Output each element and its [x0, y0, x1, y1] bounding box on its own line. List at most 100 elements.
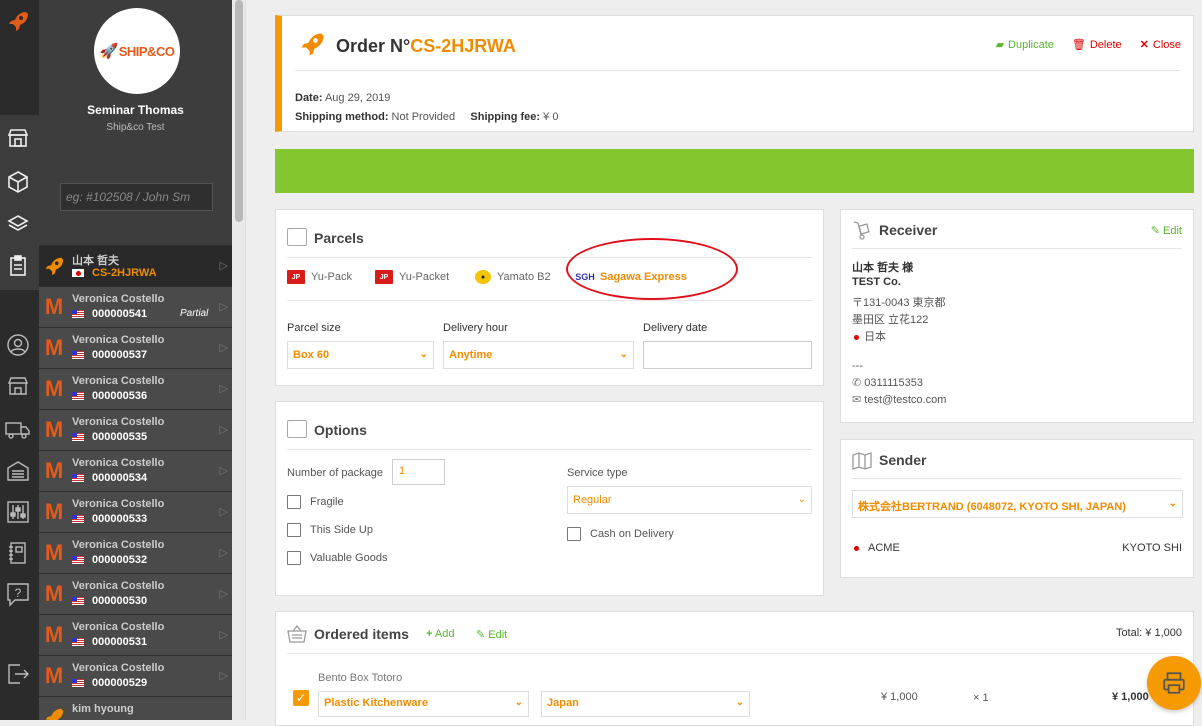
service-type-label: Service type	[567, 467, 628, 479]
item-category-select[interactable]: Plastic Kitchenware ⌄	[318, 691, 529, 717]
magento-icon: M	[44, 335, 64, 360]
clipboard-icon[interactable]	[3, 251, 33, 281]
sender-title: Sender	[879, 452, 927, 468]
logout-icon[interactable]	[3, 659, 33, 689]
package-count-input[interactable]: 1	[392, 459, 445, 485]
japan-flag-icon	[852, 333, 861, 341]
order-customer: Veronica Costello	[72, 662, 165, 674]
order-customer: Veronica Costello	[72, 621, 165, 633]
add-item-button[interactable]: + Add	[426, 628, 454, 640]
cash-on-delivery-checkbox[interactable]: Cash on Delivery	[567, 527, 674, 541]
parcel-size-label: Parcel size	[287, 322, 341, 334]
magento-icon: M	[44, 458, 64, 483]
this-side-up-checkbox[interactable]: This Side Up	[287, 523, 373, 537]
order-code: CS-2HJRWA	[410, 36, 516, 56]
ordered-items-card: Ordered items + Add ✎ Edit Total: ¥ 1,00…	[275, 611, 1194, 726]
delivery-date-input[interactable]	[643, 341, 812, 369]
box-outline-icon	[287, 420, 307, 438]
avatar[interactable]: 🚀 SHIP&CO	[94, 8, 180, 94]
chevron-right-icon: ▷	[219, 588, 228, 600]
rocket-icon[interactable]	[3, 6, 33, 36]
shop-icon[interactable]	[3, 123, 33, 153]
us-flag-icon	[72, 433, 84, 441]
order-number: 000000531	[92, 636, 148, 648]
japan-flag-icon	[72, 269, 84, 277]
box-icon[interactable]	[3, 167, 33, 197]
list-item[interactable]: M Veronica Costello 000000531 ▷	[39, 614, 232, 655]
pencil-icon: ✎	[1150, 225, 1160, 237]
list-item[interactable]: kim hyoung	[39, 696, 232, 720]
checkbox-box[interactable]	[287, 495, 301, 509]
chevron-down-icon: ⌄	[735, 697, 744, 708]
receiver-street: 墨田区 立花122	[852, 314, 929, 326]
close-button[interactable]: ✕ Close	[1140, 38, 1181, 52]
layers-icon[interactable]	[3, 209, 33, 239]
order-customer: kim hyoung	[72, 703, 134, 715]
order-date: Aug 29, 2019	[324, 92, 391, 104]
order-customer: Veronica Costello	[72, 580, 165, 592]
sender-select[interactable]: 株式会社BERTRAND (6048072, KYOTO SHI, JAPAN)…	[852, 490, 1183, 518]
list-item[interactable]: M Veronica Costello 000000537 ▷	[39, 327, 232, 368]
list-item[interactable]: M Veronica Costello 000000541 Partial ▷	[39, 286, 232, 327]
japan-flag-icon	[852, 544, 861, 552]
item-origin-select[interactable]: Japan ⌄	[541, 691, 750, 717]
carrier-yu-packet[interactable]: JP Yu-Packet	[375, 270, 449, 284]
list-item[interactable]: M Veronica Costello 000000533 ▷	[39, 491, 232, 532]
ordered-items-title: Ordered items	[314, 626, 409, 642]
user-org: Ship&co Test	[106, 122, 165, 133]
checkbox-box[interactable]	[567, 527, 581, 541]
list-item[interactable]: M Veronica Costello 000000535 ▷	[39, 409, 232, 450]
chevron-down-icon: ⌄	[419, 349, 428, 360]
chevron-right-icon: ▷	[219, 301, 228, 313]
warehouse-icon[interactable]	[3, 456, 33, 486]
duplicate-button[interactable]: ▰ Duplicate	[996, 38, 1054, 52]
scrollbar-thumb[interactable]	[235, 0, 243, 222]
sliders-icon[interactable]	[3, 497, 33, 527]
page-title: Order N°CS-2HJRWA	[336, 36, 516, 56]
list-item[interactable]: M Veronica Costello 000000532 ▷	[39, 532, 232, 573]
receiver-postal: 〒131-0043 東京都	[852, 297, 946, 309]
checkbox-box[interactable]	[287, 523, 301, 537]
order-number: 000000534	[92, 472, 148, 484]
user-circle-icon[interactable]	[3, 330, 33, 360]
print-button[interactable]	[1147, 656, 1201, 710]
valuable-goods-checkbox[interactable]: Valuable Goods	[287, 551, 387, 565]
service-type-select[interactable]: Regular ⌄	[567, 486, 812, 514]
chevron-right-icon: ▷	[219, 383, 228, 395]
list-item[interactable]: M Veronica Costello 000000534 ▷	[39, 450, 232, 491]
truck-icon[interactable]	[3, 414, 33, 444]
phone-icon: ✆	[852, 377, 862, 389]
chevron-right-icon: ▷	[219, 342, 228, 354]
list-item[interactable]: M Veronica Costello 000000529 ▷	[39, 655, 232, 696]
edit-items-button[interactable]: ✎ Edit	[476, 628, 507, 641]
parcels-card: Parcels JP Yu-Pack JP Yu-Packet ● Yamato B2…	[275, 209, 824, 386]
order-number: 000000536	[92, 390, 148, 402]
item-checkbox[interactable]: ✓	[293, 690, 309, 706]
us-flag-icon	[72, 556, 84, 564]
help-icon[interactable]: ?	[3, 580, 33, 610]
search-input[interactable]: eg: #102508 / John Sm	[60, 183, 213, 211]
order-customer: Veronica Costello	[72, 457, 165, 469]
sidebar-scrollbar[interactable]	[232, 0, 246, 720]
list-item[interactable]: 山本 哲夫 CS-2HJRWA ▷	[39, 245, 232, 286]
fragile-checkbox[interactable]: Fragile	[287, 495, 344, 509]
order-customer: Veronica Costello	[72, 293, 165, 305]
magento-icon: M	[44, 499, 64, 524]
list-item[interactable]: M Veronica Costello 000000536 ▷	[39, 368, 232, 409]
list-item[interactable]: M Veronica Costello 000000530 ▷	[39, 573, 232, 614]
chevron-right-icon: ▷	[219, 424, 228, 436]
basket-icon	[287, 624, 307, 643]
chevron-down-icon: ⌄	[1168, 498, 1177, 509]
parcel-size-select[interactable]: Box 60 ⌄	[287, 341, 434, 369]
carrier-yamato-b2[interactable]: ● Yamato B2	[475, 270, 551, 284]
partial-badge: Partial	[180, 308, 209, 319]
checkbox-box[interactable]	[287, 551, 301, 565]
store-icon[interactable]	[3, 371, 33, 401]
delete-button[interactable]: 🗑 Delete	[1072, 38, 1122, 52]
receiver-edit-button[interactable]: ✎ Edit	[1151, 224, 1182, 237]
icon-rail: ?	[0, 0, 39, 720]
book-icon[interactable]	[3, 538, 33, 568]
delivery-hour-select[interactable]: Anytime ⌄	[443, 341, 634, 369]
delivery-hour-label: Delivery hour	[443, 322, 508, 334]
carrier-yu-pack[interactable]: JP Yu-Pack	[287, 270, 352, 284]
